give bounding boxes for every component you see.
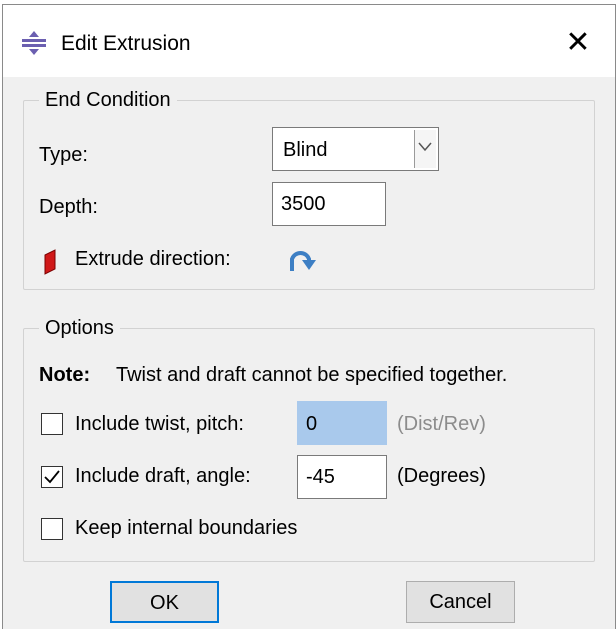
draft-unit-label: (Degrees) xyxy=(397,465,486,487)
cancel-button[interactable]: Cancel xyxy=(406,581,515,623)
internal-boundaries-label: Keep internal boundaries xyxy=(75,517,298,539)
extrude-direction-label: Extrude direction: xyxy=(75,248,231,270)
note-label: Note: xyxy=(39,364,91,386)
extrude-dialog-icon xyxy=(21,30,47,56)
close-button[interactable]: ✕ xyxy=(563,28,593,59)
depth-label: Depth: xyxy=(39,196,98,218)
flip-arrow-icon[interactable] xyxy=(287,245,317,275)
draft-checkbox[interactable] xyxy=(41,466,63,488)
draft-label: Include draft, angle: xyxy=(75,465,251,487)
end-condition-group-title: End Condition xyxy=(39,88,177,112)
chevron-down-icon[interactable] xyxy=(414,130,436,168)
twist-checkbox[interactable] xyxy=(41,413,63,435)
note-text: Twist and draft cannot be specified toge… xyxy=(116,364,508,386)
twist-unit-label: (Dist/Rev) xyxy=(397,413,486,435)
twist-label: Include twist, pitch: xyxy=(75,413,244,435)
type-label: Type: xyxy=(39,144,88,166)
check-icon xyxy=(44,470,60,484)
red-face-icon xyxy=(41,247,61,277)
options-group-title: Options xyxy=(39,316,120,340)
type-dropdown-value: Blind xyxy=(283,139,328,161)
edit-extrusion-dialog: Edit Extrusion ✕ End Condition Type: Bli… xyxy=(2,4,616,629)
type-dropdown[interactable]: Blind xyxy=(272,127,439,171)
dialog-title: Edit Extrusion xyxy=(61,32,191,55)
internal-boundaries-checkbox[interactable] xyxy=(41,518,63,540)
twist-pitch-input[interactable]: 0 xyxy=(297,401,387,445)
ok-button[interactable]: OK xyxy=(110,581,219,623)
title-bar: Edit Extrusion ✕ xyxy=(3,5,615,77)
draft-angle-input[interactable]: -45 xyxy=(297,455,387,499)
depth-input[interactable]: 3500 xyxy=(272,182,386,226)
